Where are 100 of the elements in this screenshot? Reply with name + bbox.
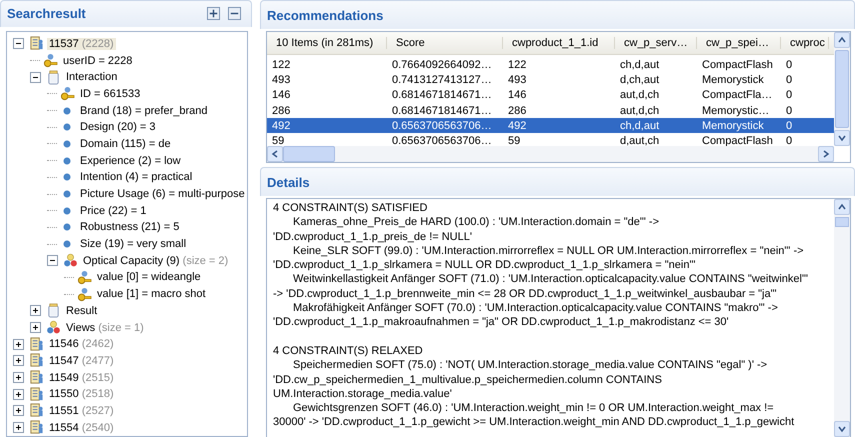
table-cell-text: 0 bbox=[785, 89, 794, 102]
expand-all-icon[interactable] bbox=[207, 7, 220, 20]
key-icon bbox=[60, 86, 75, 102]
tree-item[interactable]: Size (19) = very small bbox=[78, 238, 188, 250]
tree-item[interactable]: Picture Usage (6) = multi-purpose bbox=[78, 188, 247, 200]
tree-item[interactable]: Intention (4) = practical bbox=[78, 171, 194, 184]
table-cell-text: CompactFlash bbox=[701, 58, 774, 71]
constraint-text: Kameras_ohne_Preis_de HARD (100.0) : 'UM.Interaction.domain = "de"' -> 'DD.cwproduct_1_1.p_preis_de != NULL' bbox=[273, 215, 660, 244]
key-icon bbox=[43, 53, 58, 68]
scrollbar-thumb[interactable] bbox=[835, 50, 849, 128]
table-cell-text: 59 bbox=[271, 135, 286, 146]
dot-icon bbox=[63, 123, 71, 132]
table-cell-text: 122 bbox=[507, 58, 528, 71]
table-cell-text: 0 bbox=[785, 120, 794, 132]
tree-item[interactable]: Optical Capacity (9) (size = 2) bbox=[81, 254, 230, 267]
tree-item[interactable]: Design (20) = 3 bbox=[78, 121, 158, 134]
table-cell-text: aut,d,ch bbox=[619, 89, 660, 102]
tree-item[interactable]: ID = 661533 bbox=[78, 88, 142, 100]
constraint-heading: 4 CONSTRAINT(S) RELAXED bbox=[273, 344, 424, 358]
table-row[interactable]: 122 0.7664092664092… 122 ch,d,aut CompactFlash 0 bbox=[267, 57, 834, 72]
table-cell-text: d,ch,aut bbox=[619, 74, 660, 86]
collapse-toggle[interactable] bbox=[30, 72, 41, 83]
table-cell-text: 286 bbox=[507, 104, 528, 117]
tree-item[interactable]: 11547 (2477) bbox=[47, 354, 116, 367]
table-cell-text: 0 bbox=[785, 135, 794, 146]
panel-title: Searchresult bbox=[7, 6, 86, 22]
tree-item[interactable]: Interaction bbox=[64, 71, 120, 84]
jar-icon bbox=[46, 70, 61, 85]
tree-item[interactable]: Views (size = 1) bbox=[64, 322, 146, 334]
table-cell-text: Memorystic… bbox=[701, 104, 770, 117]
tree-item[interactable]: 11551 (2527) bbox=[47, 404, 116, 417]
document-icon bbox=[29, 353, 44, 368]
dot-icon bbox=[63, 190, 71, 198]
collapse-toggle[interactable] bbox=[13, 38, 24, 50]
horizontal-scrollbar[interactable] bbox=[267, 146, 834, 162]
column-header[interactable]: 10 Items (in 281ms) bbox=[267, 37, 387, 49]
table-cell-text: aut,d,ch bbox=[619, 104, 660, 117]
table-row[interactable]: 286 0.6814671814671… 286 aut,d,ch Memorystic… 0 bbox=[267, 102, 834, 118]
expand-toggle[interactable] bbox=[13, 355, 24, 366]
panel-title: Recommendations bbox=[267, 8, 384, 22]
document-icon bbox=[29, 370, 44, 386]
vertical-scrollbar[interactable] bbox=[834, 32, 850, 146]
dot-icon bbox=[63, 223, 71, 232]
column-header[interactable]: cwproc bbox=[781, 37, 829, 49]
table-row[interactable]: 493 0.7413127413127… 493 d,ch,aut Memorystick 0 bbox=[267, 72, 834, 88]
dot-icon bbox=[63, 173, 71, 182]
table-cell-text: 0.6563706563706… bbox=[391, 120, 493, 132]
expand-toggle[interactable] bbox=[30, 305, 41, 316]
table-cell-text: 0.6814671814671… bbox=[391, 104, 493, 117]
vertical-scrollbar[interactable] bbox=[834, 199, 850, 437]
tree-item[interactable]: 11546 (2462) bbox=[47, 338, 116, 350]
constraint-text: Makrofähigkeit Anfänger SOFT (70.0) : 'UM.Interaction.opticalcapacity.value CONTAINS "makro"' -> 'DD.cwproduct_1_1.p_makroaufnahmen = "ja" OR DD.cwproduct_1_1.p_makrodistanz <= 30' bbox=[273, 301, 779, 330]
expand-toggle[interactable] bbox=[13, 388, 24, 400]
tree-item[interactable]: Brand (18) = prefer_brand bbox=[78, 104, 210, 117]
constraint-text: Keine_SLR SOFT (99.0) : 'UM.Interaction.mirrorreflex = NULL OR UM.Interaction.mirrorreflex = "nein"' -> 'DD.cwproduct_1_1.p_slrkamera = NULL OR DD.cwproduct_1_1.p_slrkamera = "nein"' bbox=[273, 244, 805, 272]
table-cell-text: 492 bbox=[271, 120, 292, 132]
expand-toggle[interactable] bbox=[13, 422, 24, 434]
collapse-all-icon[interactable] bbox=[228, 7, 241, 20]
expand-toggle[interactable] bbox=[13, 405, 24, 416]
tree-item[interactable]: Robustness (21) = 5 bbox=[78, 221, 182, 234]
dot-icon bbox=[63, 140, 71, 148]
tree-item[interactable]: userID = 2228 bbox=[61, 54, 134, 67]
table-cell-text: 59 bbox=[507, 135, 522, 146]
key-icon bbox=[77, 286, 92, 302]
column-header[interactable]: cw_p_serv… bbox=[615, 37, 697, 49]
dot-icon bbox=[63, 206, 71, 215]
constraint-text: Gewichtsgrenzen SOFT (46.0) : 'UM.Interaction.weight_min != 0 OR UM.Interaction.weight_max != 30000' -> 'DD.cwproduct_1_1.p_gewicht >= UM.Interaction.weight_min AND DD.cwproduct_1_1.p_gewicht bbox=[273, 401, 796, 430]
expand-toggle[interactable] bbox=[13, 338, 24, 350]
tree-item[interactable]: Domain (115) = de bbox=[78, 138, 173, 150]
tree-item[interactable]: 11549 (2515) bbox=[47, 372, 116, 384]
scrollbar-thumb[interactable] bbox=[835, 217, 849, 227]
tree-item[interactable]: 11537 (2228) bbox=[47, 38, 116, 50]
column-header[interactable]: Score bbox=[387, 37, 503, 49]
table-cell-text: ch,d,aut bbox=[619, 120, 660, 132]
table-cell-text: Memorystick bbox=[701, 120, 765, 132]
tree-item[interactable]: Experience (2) = low bbox=[78, 154, 183, 167]
table-row[interactable]: 492 0.6563706563706… 492 ch,d,aut Memorystick 0 bbox=[267, 118, 834, 134]
tree-item[interactable]: value [0] = wideangle bbox=[95, 271, 203, 284]
key-icon bbox=[77, 270, 92, 285]
column-header[interactable]: cwproduct_1_1.id bbox=[503, 37, 615, 49]
dot-icon bbox=[63, 106, 71, 115]
tree-item[interactable]: 11550 (2518) bbox=[47, 388, 116, 400]
column-header[interactable]: cw_p_spei… bbox=[697, 37, 781, 49]
document-icon bbox=[29, 336, 44, 352]
panel-title: Details bbox=[267, 174, 310, 190]
table-cell-text: 0.6814671814671… bbox=[391, 89, 493, 102]
expand-toggle[interactable] bbox=[13, 372, 24, 384]
tree-item[interactable]: Price (22) = 1 bbox=[78, 204, 148, 217]
collapse-toggle[interactable] bbox=[47, 255, 58, 266]
tree-item[interactable]: 11554 (2540) bbox=[47, 422, 116, 434]
circles-icon bbox=[46, 320, 61, 336]
table-row[interactable]: 146 0.6814671814671… 146 aut,d,ch CompactFla… 0 bbox=[267, 88, 834, 103]
table-cell-text: 0.7413127413127… bbox=[391, 74, 493, 86]
tree-item[interactable]: value [1] = macro shot bbox=[95, 288, 208, 300]
table-cell-text: 286 bbox=[271, 104, 292, 117]
table-cell-text: 0 bbox=[785, 58, 794, 71]
expand-toggle[interactable] bbox=[30, 322, 41, 334]
scrollbar-thumb[interactable] bbox=[283, 146, 335, 162]
tree-item[interactable]: Result bbox=[64, 304, 100, 317]
table-cell-text: CompactFla… bbox=[701, 89, 774, 102]
